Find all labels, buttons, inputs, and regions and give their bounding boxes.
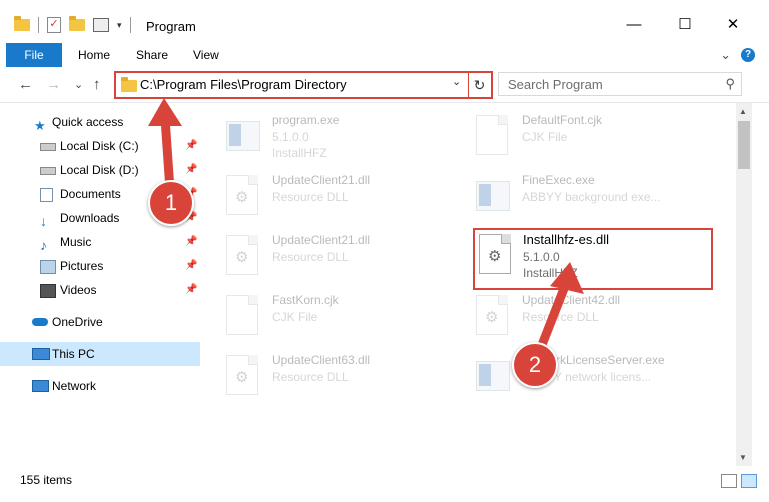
scrollbar-thumb[interactable] (738, 121, 750, 169)
vertical-scrollbar[interactable]: ▲ ▼ (736, 103, 752, 466)
arrow-2-head (550, 262, 584, 294)
status-bar: 155 items (0, 466, 769, 502)
annotation-arrows (148, 98, 584, 352)
callout-badge-2: 2 (512, 342, 558, 388)
item-count: 155 items (20, 473, 73, 487)
scroll-down-icon[interactable]: ▼ (739, 453, 747, 462)
scroll-up-icon[interactable]: ▲ (739, 107, 747, 116)
callout-badge-1: 1 (148, 180, 194, 226)
details-view-icon[interactable] (721, 474, 737, 488)
large-icons-view-icon[interactable] (741, 474, 757, 488)
arrow-1-head (148, 98, 182, 126)
arrow-2-shaft (535, 284, 570, 352)
